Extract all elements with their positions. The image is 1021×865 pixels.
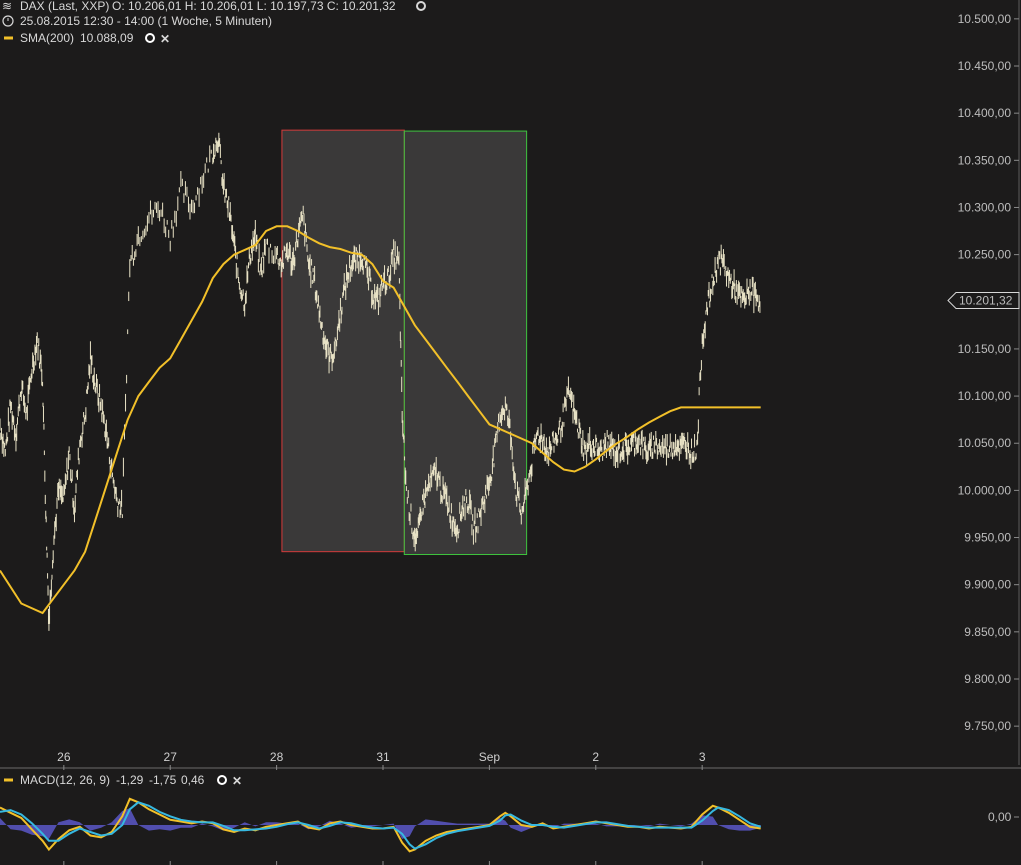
y-tick-label: 10.450,00 (958, 59, 1012, 73)
macd-close-icon[interactable]: ✕ (232, 774, 242, 788)
instrument-label: DAX (Last, XXP) (20, 0, 109, 13)
y-tick-label: 10.250,00 (958, 248, 1012, 262)
y-tick-label: 10.000,00 (958, 483, 1012, 497)
y-tick-label: 10.350,00 (958, 153, 1012, 167)
macd-y-tick-label: 0,00 (988, 810, 1012, 824)
ohlc-values: O: 10.206,01 H: 10.206,01 L: 10.197,73 C… (112, 0, 396, 13)
dax-chart[interactable]: 10.500,00 10.450,00 10.400,00 10.350,00 10.3… (0, 0, 1021, 865)
macd-label: MACD(12, 26, 9) (20, 773, 110, 787)
y-tick-label: 9.800,00 (964, 672, 1011, 686)
range-label: 25.08.2015 12:30 - 14:00 (1 Woche, 5 Min… (20, 14, 272, 28)
last-price-label: 10.201,32 (959, 294, 1013, 308)
macd-value-3: 0,46 (181, 773, 205, 787)
red-annotation-rectangle[interactable] (282, 130, 404, 552)
bars-icon-glyph: ≋ (2, 0, 12, 13)
sma-close-icon[interactable]: ✕ (160, 32, 170, 46)
x-tick-label: 3 (699, 750, 706, 764)
y-tick-label: 9.950,00 (964, 531, 1011, 545)
x-tick-label: 31 (376, 750, 390, 764)
sma-label: SMA(200) (20, 31, 74, 45)
y-tick-label: 10.400,00 (958, 106, 1012, 120)
x-tick-label: 27 (164, 750, 178, 764)
x-tick-label: Sep (479, 750, 501, 764)
x-tick-label: 2 (592, 750, 599, 764)
y-tick-label: 10.500,00 (958, 12, 1012, 26)
y-tick-label: 10.050,00 (958, 436, 1012, 450)
macd-value-1: -1,29 (116, 773, 144, 787)
macd-value-2: -1,75 (149, 773, 177, 787)
sma-value: 10.088,09 (80, 31, 134, 45)
y-tick-label: 9.850,00 (964, 625, 1011, 639)
y-tick-label: 9.900,00 (964, 578, 1011, 592)
y-tick-label: 10.300,00 (958, 200, 1012, 214)
annotation-rectangles[interactable] (282, 130, 527, 554)
y-tick-label: 10.100,00 (958, 389, 1012, 403)
last-price-marker: 10.201,32 (948, 293, 1019, 309)
y-tick-label: 9.750,00 (964, 719, 1011, 733)
y-tick-label: 10.150,00 (958, 342, 1012, 356)
x-tick-label: 28 (270, 750, 284, 764)
x-tick-label: 26 (57, 750, 71, 764)
